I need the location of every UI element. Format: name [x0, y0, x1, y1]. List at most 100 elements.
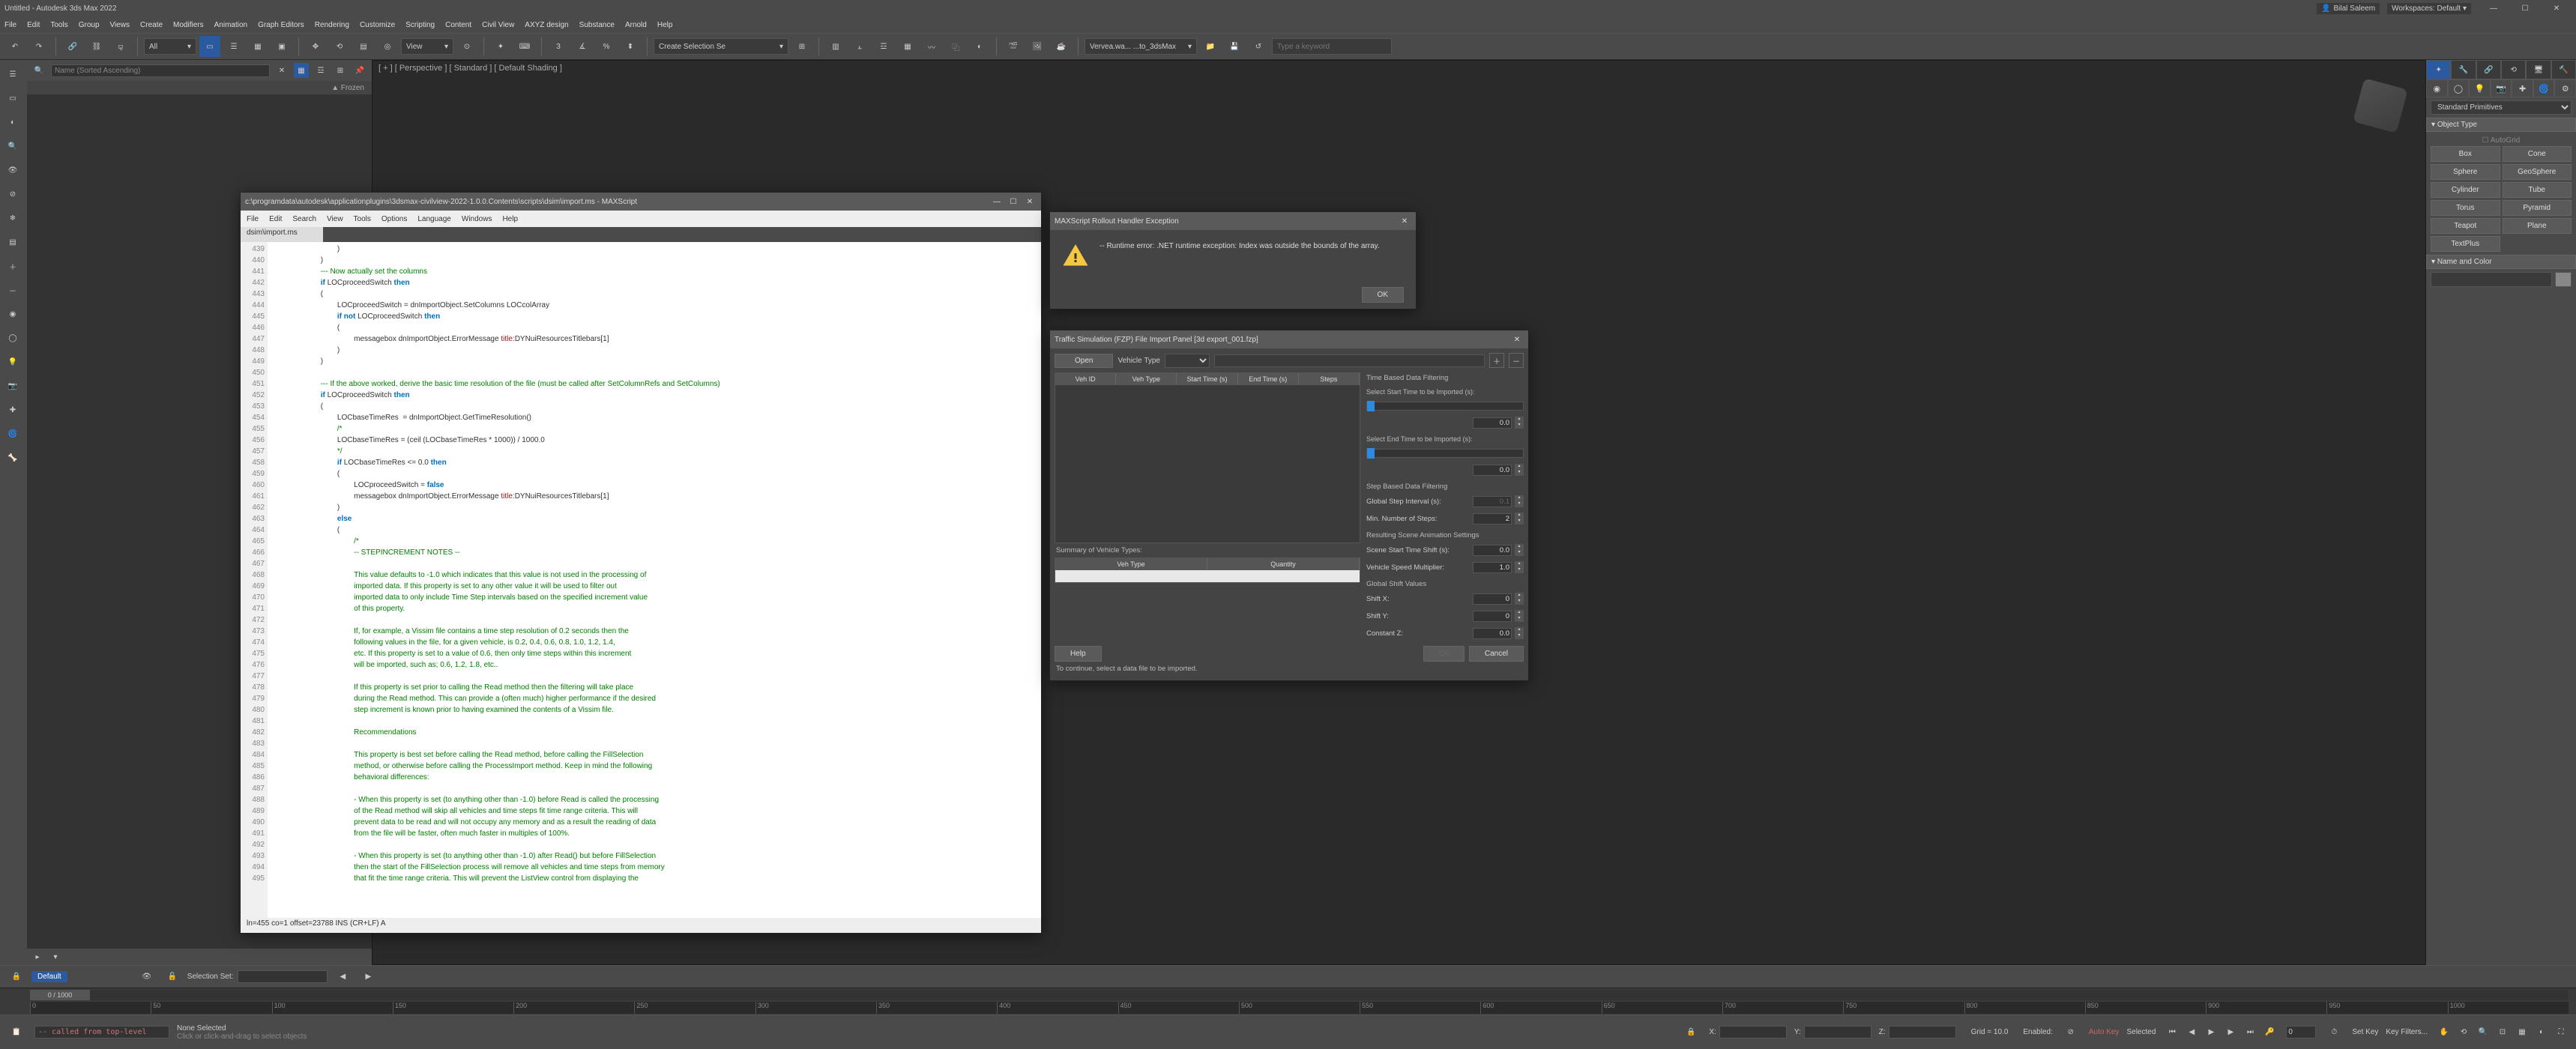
lights-subtab[interactable]: 💡 [2469, 79, 2491, 97]
close-icon[interactable]: ✕ [1398, 217, 1411, 226]
category-dropdown[interactable]: Standard Primitives [2431, 100, 2572, 115]
z-input[interactable] [1889, 1026, 1956, 1039]
time-tick[interactable]: 150 [393, 1002, 513, 1014]
time-tick[interactable]: 800 [1964, 1002, 2085, 1014]
mxs-menu-language[interactable]: Language [417, 215, 451, 223]
percent-snap-button[interactable]: % [596, 36, 617, 57]
bind-button[interactable]: ⚼ [110, 36, 131, 57]
layer-button[interactable]: ☲ [873, 36, 894, 57]
spinner-buttons[interactable]: ▴▾ [1515, 495, 1524, 507]
orbit-button[interactable]: ⟲ [2455, 1024, 2473, 1042]
hierarchy-tab[interactable]: 🔗 [2476, 60, 2501, 79]
remove-type-button[interactable]: － [1509, 353, 1524, 368]
time-tick[interactable]: 900 [2206, 1002, 2326, 1014]
cameras-subtab[interactable]: 📷 [2491, 79, 2512, 97]
minimize-icon[interactable]: — [990, 198, 1004, 206]
select-button[interactable]: ▭ [199, 36, 220, 57]
create-tab[interactable]: ✦ [2426, 60, 2451, 79]
scale-button[interactable]: ▤ [353, 36, 374, 57]
display-tab[interactable]: 🖥 [2526, 60, 2551, 79]
time-tick[interactable]: 650 [1602, 1002, 1722, 1014]
color-swatch[interactable] [2555, 272, 2572, 287]
time-tick[interactable]: 50 [151, 1002, 271, 1014]
menu-graph-editors[interactable]: Graph Editors [258, 21, 304, 29]
ok-button[interactable]: OK [1362, 287, 1404, 303]
maxscript-mini-listener[interactable] [34, 1026, 169, 1039]
prev-frame-button[interactable]: ◀ [2183, 1024, 2201, 1042]
view-cube-shape[interactable] [2353, 78, 2407, 133]
render-setup-button[interactable]: 🎬 [1003, 36, 1024, 57]
play-button[interactable]: ▶ [2202, 1024, 2220, 1042]
menu-customize[interactable]: Customize [360, 21, 395, 29]
collapse-icon[interactable]: ▾ [48, 949, 63, 964]
primitive-teapot[interactable]: Teapot [2431, 218, 2500, 234]
shift-x-spinner[interactable] [1473, 593, 1512, 605]
spinner-buttons[interactable]: ▴▾ [1515, 544, 1524, 556]
primitive-textplus[interactable]: TextPlus [2431, 236, 2500, 252]
select-none-button[interactable]: ▭ [1, 87, 24, 109]
curve-editor-button[interactable]: 〰 [921, 36, 942, 57]
coord-lock-icon[interactable]: 🔒 [1680, 1022, 1701, 1043]
angle-snap-button[interactable]: ∡ [572, 36, 593, 57]
summary-table[interactable]: Veh TypeQuantity [1055, 557, 1360, 583]
time-tick[interactable]: 750 [1843, 1002, 1964, 1014]
material-editor-button[interactable]: ◐ [969, 36, 990, 57]
y-input[interactable] [1804, 1026, 1871, 1039]
spinner-buttons[interactable]: ▴▾ [1515, 627, 1524, 639]
primitive-plane[interactable]: Plane [2503, 218, 2572, 234]
menu-civil-view[interactable]: Civil View [482, 21, 514, 29]
primitive-tube[interactable]: Tube [2503, 182, 2572, 198]
select-invert-button[interactable]: ◐ [1, 111, 24, 133]
selection-set-input[interactable] [238, 970, 328, 983]
menu-create[interactable]: Create [140, 21, 163, 29]
vehicle-type-dropdown[interactable] [1165, 354, 1210, 368]
vehicle-table-body[interactable] [1055, 385, 1360, 542]
freeze-button[interactable]: ❄ [1, 207, 24, 229]
expand-icon[interactable]: ▸ [30, 949, 45, 964]
speed-mult-spinner[interactable] [1473, 562, 1512, 573]
spinner-buttons[interactable]: ▴▾ [1515, 417, 1524, 429]
open-scene-button[interactable]: 📁 [1200, 36, 1221, 57]
menu-edit[interactable]: Edit [27, 21, 40, 29]
layer-icon[interactable]: ☲ [313, 63, 328, 78]
import-panel-titlebar[interactable]: Traffic Simulation (FZP) File Import Pan… [1050, 330, 1528, 348]
zoom-button[interactable]: 🔍 [2474, 1024, 2492, 1042]
mxs-menu-file[interactable]: File [247, 215, 259, 223]
primitive-geosphere[interactable]: GeoSphere [2503, 164, 2572, 180]
goto-end-button[interactable]: ⏭ [2241, 1024, 2259, 1042]
workspace-selector[interactable]: Workspaces: Default ▾ [2387, 3, 2471, 14]
render-frame-button[interactable]: 🖼 [1027, 36, 1048, 57]
maxscript-file-tab[interactable]: dsim\import.ms [241, 227, 323, 242]
maximize-icon[interactable]: ☐ [1007, 198, 1020, 206]
ref-coord-dropdown[interactable]: View▾ [401, 38, 453, 55]
menu-views[interactable]: Views [110, 21, 130, 29]
helpers-subtab[interactable]: ✚ [2512, 79, 2533, 97]
layer-explorer-button[interactable]: ▤ [1, 231, 24, 253]
end-time-spinner[interactable] [1473, 465, 1512, 476]
menu-content[interactable]: Content [445, 21, 471, 29]
menu-help[interactable]: Help [657, 21, 673, 29]
time-tick[interactable]: 700 [1722, 1002, 1843, 1014]
column-header[interactable]: Veh ID [1055, 373, 1116, 385]
pan-button[interactable]: ✋ [2435, 1024, 2453, 1042]
time-tick[interactable]: 400 [997, 1002, 1117, 1014]
window-crossing-button[interactable]: ▣ [271, 36, 292, 57]
ribbon-button[interactable]: ▦ [897, 36, 918, 57]
column-icon[interactable]: ⊞ [333, 63, 348, 78]
setkey-button[interactable]: Set Key [2352, 1028, 2378, 1036]
save-scene-button[interactable]: 💾 [1224, 36, 1245, 57]
column-header[interactable]: Veh Type [1116, 373, 1177, 385]
mxs-menu-help[interactable]: Help [502, 215, 518, 223]
menu-axyz-design[interactable]: AXYZ design [525, 21, 568, 29]
minsteps-spinner[interactable] [1473, 513, 1512, 524]
column-header[interactable]: Steps [1299, 373, 1360, 385]
menu-animation[interactable]: Animation [214, 21, 247, 29]
menu-tools[interactable]: Tools [50, 21, 67, 29]
mxs-menu-edit[interactable]: Edit [269, 215, 282, 223]
filter-space-button[interactable]: 🌀 [1, 423, 24, 445]
spinner-buttons[interactable]: ▴▾ [1515, 561, 1524, 573]
selection-set-leftarrow-icon[interactable]: ◀ [332, 967, 353, 988]
filter-geometry-button[interactable]: ◉ [1, 303, 24, 325]
maxscript-listener-icon[interactable]: 📋 [6, 1022, 27, 1043]
time-tick[interactable]: 500 [1239, 1002, 1360, 1014]
